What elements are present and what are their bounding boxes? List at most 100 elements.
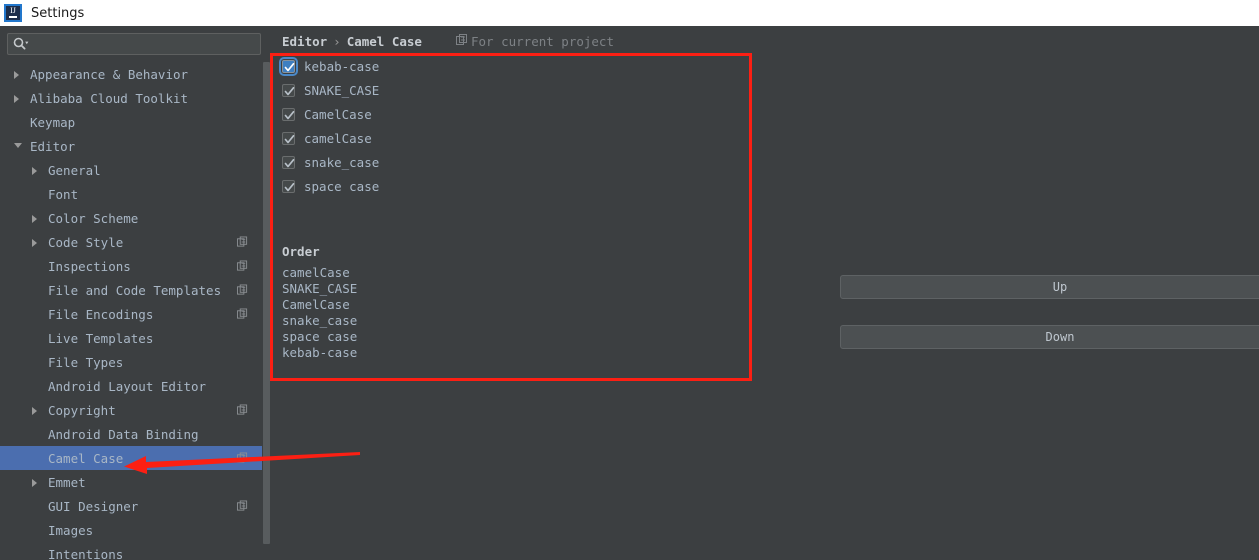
- checkbox-label: snake_case: [304, 154, 380, 170]
- copy-settings-icon[interactable]: [237, 452, 248, 464]
- sidebar-item-label: Keymap: [30, 114, 76, 130]
- sidebar-item-android-data-binding[interactable]: Android Data Binding: [0, 422, 262, 446]
- checkbox-snake-case[interactable]: [282, 155, 295, 169]
- checkbox-label: kebab-case: [304, 58, 380, 74]
- checkbox-row-kebab-case[interactable]: kebab-case: [279, 56, 380, 76]
- breadcrumb-parent[interactable]: Editor: [282, 34, 327, 49]
- copy-settings-icon[interactable]: [237, 260, 248, 272]
- sidebar-item-images[interactable]: Images: [0, 518, 262, 542]
- chevron-right-icon[interactable]: [14, 71, 19, 79]
- sidebar-item-gui-designer[interactable]: GUI Designer: [0, 494, 262, 518]
- sidebar-item-label: Alibaba Cloud Toolkit: [30, 90, 189, 106]
- order-list-item[interactable]: snake_case: [282, 313, 357, 328]
- sidebar-item-code-style[interactable]: Code Style: [0, 230, 262, 254]
- sidebar-item-appearance-behavior[interactable]: Appearance & Behavior: [0, 62, 262, 86]
- sidebar-item-label: Android Data Binding: [48, 426, 199, 442]
- check-icon: [284, 62, 295, 71]
- chevron-right-icon[interactable]: [32, 479, 37, 487]
- chevron-down-icon[interactable]: [14, 143, 22, 148]
- checkbox-label: space case: [304, 178, 380, 194]
- sidebar-item-font[interactable]: Font: [0, 182, 262, 206]
- sidebar-item-color-scheme[interactable]: Color Scheme: [0, 206, 262, 230]
- checkbox-kebab-case[interactable]: [279, 56, 298, 76]
- sidebar-item-file-types[interactable]: File Types: [0, 350, 262, 374]
- sidebar-item-android-layout-editor[interactable]: Android Layout Editor: [0, 374, 262, 398]
- copy-settings-icon[interactable]: [237, 284, 248, 296]
- sidebar-scrollbar-thumb[interactable]: [263, 62, 270, 544]
- sidebar-item-copyright[interactable]: Copyright: [0, 398, 262, 422]
- settings-content-panel: Editor › Camel Case For current project …: [270, 26, 1259, 560]
- order-section-title: Order: [282, 244, 320, 259]
- search-field-wrapper: [7, 33, 261, 55]
- sidebar-item-general[interactable]: General: [0, 158, 262, 182]
- sidebar-item-label: Live Templates: [48, 330, 154, 346]
- ij-logo-letters: IJ: [10, 6, 16, 15]
- sidebar-item-label: File and Code Templates: [48, 282, 222, 298]
- sidebar-item-intentions[interactable]: Intentions: [0, 542, 262, 560]
- order-list-item[interactable]: SNAKE_CASE: [282, 281, 357, 296]
- up-button[interactable]: Up: [840, 275, 1259, 299]
- order-list-item[interactable]: CamelCase: [282, 297, 350, 312]
- sidebar-item-emmet[interactable]: Emmet: [0, 470, 262, 494]
- sidebar-item-label: Font: [48, 186, 79, 202]
- sidebar-item-label: Appearance & Behavior: [30, 66, 189, 82]
- sidebar-item-label: Camel Case: [48, 450, 124, 466]
- checkbox-space-case[interactable]: [282, 179, 295, 193]
- search-input[interactable]: [7, 33, 261, 55]
- settings-tree[interactable]: Appearance & Behavior Alibaba Cloud Toolk…: [0, 62, 262, 560]
- copy-settings-icon[interactable]: [237, 404, 248, 416]
- checkbox-camelcase[interactable]: [282, 131, 295, 145]
- copy-settings-icon[interactable]: [237, 308, 248, 320]
- checkbox-label: camelCase: [304, 130, 372, 146]
- sidebar-item-label: GUI Designer: [48, 498, 139, 514]
- chevron-right-icon[interactable]: [32, 167, 37, 175]
- sidebar-item-file-and-code-templates[interactable]: File and Code Templates: [0, 278, 262, 302]
- sidebar-item-keymap[interactable]: Keymap: [0, 110, 262, 134]
- down-button[interactable]: Down: [840, 325, 1259, 349]
- check-icon: [284, 110, 295, 119]
- order-list-item[interactable]: space case: [282, 329, 357, 344]
- sidebar-item-camel-case[interactable]: Camel Case: [0, 446, 262, 470]
- checkbox-row-space-case[interactable]: space case: [282, 178, 379, 194]
- breadcrumb-separator-icon: ›: [333, 34, 341, 49]
- sidebar-item-inspections[interactable]: Inspections: [0, 254, 262, 278]
- copy-settings-icon[interactable]: [237, 236, 248, 248]
- sidebar-item-label: Emmet: [48, 474, 86, 490]
- copy-settings-icon[interactable]: [237, 500, 248, 512]
- breadcrumb-current: Camel Case: [346, 34, 422, 49]
- settings-sidebar: Appearance & Behavior Alibaba Cloud Toolk…: [0, 26, 270, 560]
- settings-dialog-body: Appearance & Behavior Alibaba Cloud Toolk…: [0, 26, 1259, 560]
- sidebar-item-label: General: [48, 162, 101, 178]
- intellij-idea-icon: IJ: [4, 4, 22, 22]
- checkbox-snake-case[interactable]: [282, 83, 295, 97]
- sidebar-item-label: Color Scheme: [48, 210, 139, 226]
- chevron-right-icon[interactable]: [32, 407, 37, 415]
- sidebar-item-label: Images: [48, 522, 94, 538]
- sidebar-item-editor[interactable]: Editor: [0, 134, 262, 158]
- sidebar-item-label: File Encodings: [48, 306, 154, 322]
- chevron-right-icon[interactable]: [14, 95, 19, 103]
- sidebar-item-label: Editor: [30, 138, 76, 154]
- window-title: Settings: [31, 5, 85, 21]
- settings-scope-label: For current project: [471, 34, 614, 49]
- order-list-item[interactable]: camelCase: [282, 265, 350, 280]
- sidebar-item-alibaba-cloud-toolkit[interactable]: Alibaba Cloud Toolkit: [0, 86, 262, 110]
- checkbox-row-snake-case[interactable]: SNAKE_CASE: [282, 82, 379, 98]
- chevron-right-icon[interactable]: [32, 239, 37, 247]
- chevron-right-icon[interactable]: [32, 215, 37, 223]
- ij-logo-bar: [9, 15, 17, 18]
- sidebar-item-label: Android Layout Editor: [48, 378, 207, 394]
- check-icon: [284, 158, 295, 167]
- order-list-item[interactable]: kebab-case: [282, 345, 357, 360]
- checkbox-row-snake-case[interactable]: snake_case: [282, 154, 379, 170]
- checkbox-row-camelcase[interactable]: CamelCase: [282, 106, 372, 122]
- window-titlebar: IJ Settings: [0, 0, 1259, 26]
- checkbox-camelcase[interactable]: [282, 107, 295, 121]
- sidebar-item-label: File Types: [48, 354, 124, 370]
- settings-scope[interactable]: For current project: [456, 34, 614, 49]
- check-icon: [284, 182, 295, 191]
- checkbox-row-camelcase[interactable]: camelCase: [282, 130, 372, 146]
- sidebar-item-live-templates[interactable]: Live Templates: [0, 326, 262, 350]
- copy-settings-icon[interactable]: [456, 34, 468, 49]
- sidebar-item-file-encodings[interactable]: File Encodings: [0, 302, 262, 326]
